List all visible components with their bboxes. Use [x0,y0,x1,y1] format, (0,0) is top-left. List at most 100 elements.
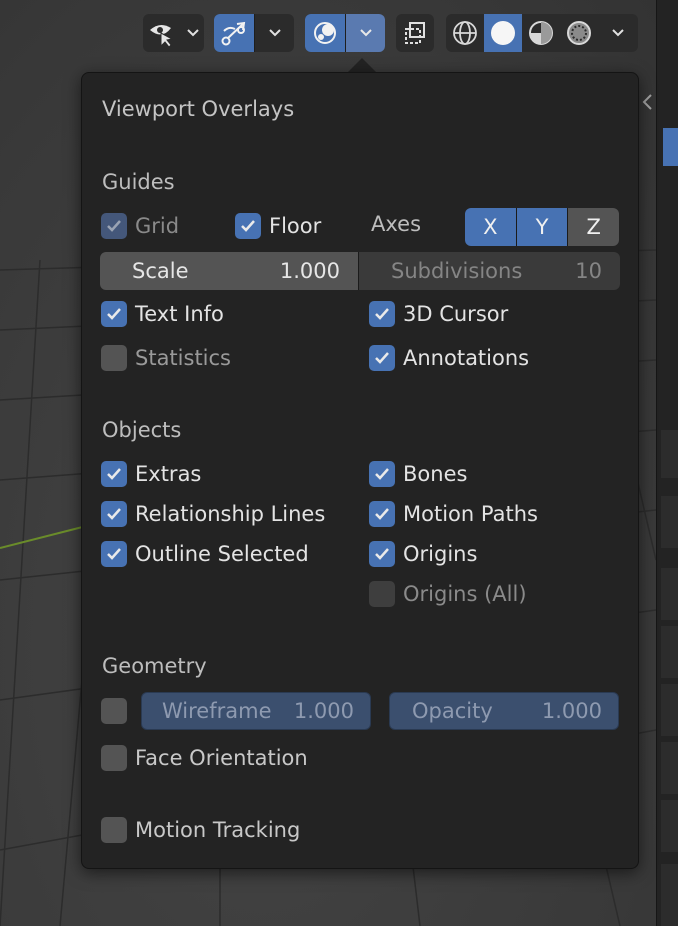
gizmo-icon [214,14,254,52]
checkbox-label: Relationship Lines [135,502,326,526]
side-panel-active-tab[interactable] [663,128,678,166]
side-panel-strip [656,0,678,926]
chevron-down-icon [181,14,204,52]
chevron-down-icon [255,14,294,52]
checkbox-box [369,301,395,327]
checkbox-label: Motion Tracking [135,818,301,842]
axes-label: Axes [371,212,422,236]
checkbox-label: Text Info [135,302,224,326]
checkbox-label: Origins [403,542,478,566]
annotations-checkbox[interactable]: Annotations [369,344,529,372]
checkbox-label: Outline Selected [135,542,309,566]
visibility-selectability-button[interactable] [143,14,204,52]
checkmark-icon [107,508,121,520]
side-panel-block [661,496,678,548]
relationship-lines-checkbox[interactable]: Relationship Lines [101,500,325,528]
checkbox-box [369,345,395,371]
axes-toggle-group: X Y Z [465,208,619,246]
origins-checkbox[interactable]: Origins [369,540,477,568]
checkbox-label: Origins (All) [403,582,527,606]
popover-title: Viewport Overlays [102,97,295,121]
side-panel-block [661,864,678,926]
checkbox-label: Annotations [403,346,530,370]
checkbox-box [369,501,395,527]
axis-x-toggle[interactable]: X [465,208,516,246]
bones-checkbox[interactable]: Bones [369,460,467,488]
checkbox-box [235,213,261,239]
checkbox-box [101,817,127,843]
section-objects-label: Objects [102,418,182,442]
xray-toggle-button[interactable] [396,14,434,52]
material-shading-icon[interactable] [522,14,560,52]
checkmark-icon [375,508,389,520]
checkbox-label: Face Orientation [135,746,308,770]
face-orientation-checkbox[interactable]: Face Orientation [101,744,308,772]
checkmark-icon [375,468,389,480]
scale-field[interactable]: Scale 1.000 [100,252,358,290]
outline-selected-checkbox[interactable]: Outline Selected [101,540,309,568]
floor-checkbox[interactable]: Floor [235,212,321,240]
checkbox-box [369,541,395,567]
checkbox-box [101,541,127,567]
axis-y-toggle[interactable]: Y [516,208,568,246]
subdivisions-value: 10 [575,259,602,283]
checkbox-box [369,461,395,487]
side-panel-block [661,800,678,852]
axis-z-toggle[interactable]: Z [568,208,619,246]
sidebar-toggle-chevron-icon[interactable] [640,92,654,112]
chevron-down-icon[interactable] [598,14,638,52]
extras-checkbox[interactable]: Extras [101,460,201,488]
checkbox-box [101,501,127,527]
side-panel-block [661,626,678,678]
text-info-checkbox[interactable]: Text Info [101,300,224,328]
checkbox-box [369,581,395,607]
wireframe-value: 1.000 [293,699,354,723]
side-panel-block [661,742,678,794]
checkbox-label: Extras [135,462,202,486]
opacity-field[interactable]: Opacity 1.000 [389,692,619,730]
checkmark-icon [375,308,389,320]
checkbox-label: 3D Cursor [403,302,509,326]
section-guides-label: Guides [102,170,175,194]
checkbox-label: Bones [403,462,468,486]
checkbox-label: Motion Paths [403,502,538,526]
checkbox-box [101,213,127,239]
wireframe-field[interactable]: Wireframe 1.000 [141,692,371,730]
wireframe-shading-icon[interactable] [446,14,484,52]
overlays-icon [305,14,345,52]
overlays-toggle-button[interactable] [305,14,385,52]
checkbox-box [101,301,127,327]
checkmark-icon [375,352,389,364]
scale-label: Scale [132,259,189,283]
grid-checkbox[interactable]: Grid [101,212,179,240]
gizmo-toggle-button[interactable] [214,14,294,52]
opacity-value: 1.000 [541,699,602,723]
checkmark-icon [375,548,389,560]
checkmark-icon [107,308,121,320]
subdivisions-field[interactable]: Subdivisions 10 [359,252,620,290]
subdivisions-label: Subdivisions [391,259,523,283]
wireframe-enable-checkbox[interactable] [101,697,135,725]
checkbox-label: Statistics [135,346,231,370]
xray-icon [396,14,434,52]
checkbox-box [101,345,127,371]
motion-paths-checkbox[interactable]: Motion Paths [369,500,538,528]
checkbox-label: Grid [135,214,180,238]
solid-shading-icon[interactable] [484,14,522,52]
motion-tracking-checkbox[interactable]: Motion Tracking [101,816,300,844]
shading-mode-selector[interactable] [446,14,638,52]
side-panel-block [661,568,678,620]
checkmark-icon [241,220,255,232]
statistics-checkbox[interactable]: Statistics [101,344,231,372]
checkbox-box [101,745,127,771]
wireframe-label: Wireframe [162,699,272,723]
scale-value: 1.000 [279,259,340,283]
origins-all-checkbox[interactable]: Origins (All) [369,580,527,608]
opacity-label: Opacity [412,699,493,723]
rendered-shading-icon[interactable] [560,14,598,52]
chevron-down-icon [346,14,385,52]
3d-cursor-checkbox[interactable]: 3D Cursor [369,300,508,328]
section-geometry-label: Geometry [102,654,207,678]
side-panel-block [661,684,678,736]
grid-scale-row: Scale 1.000 Subdivisions 10 [100,252,620,290]
